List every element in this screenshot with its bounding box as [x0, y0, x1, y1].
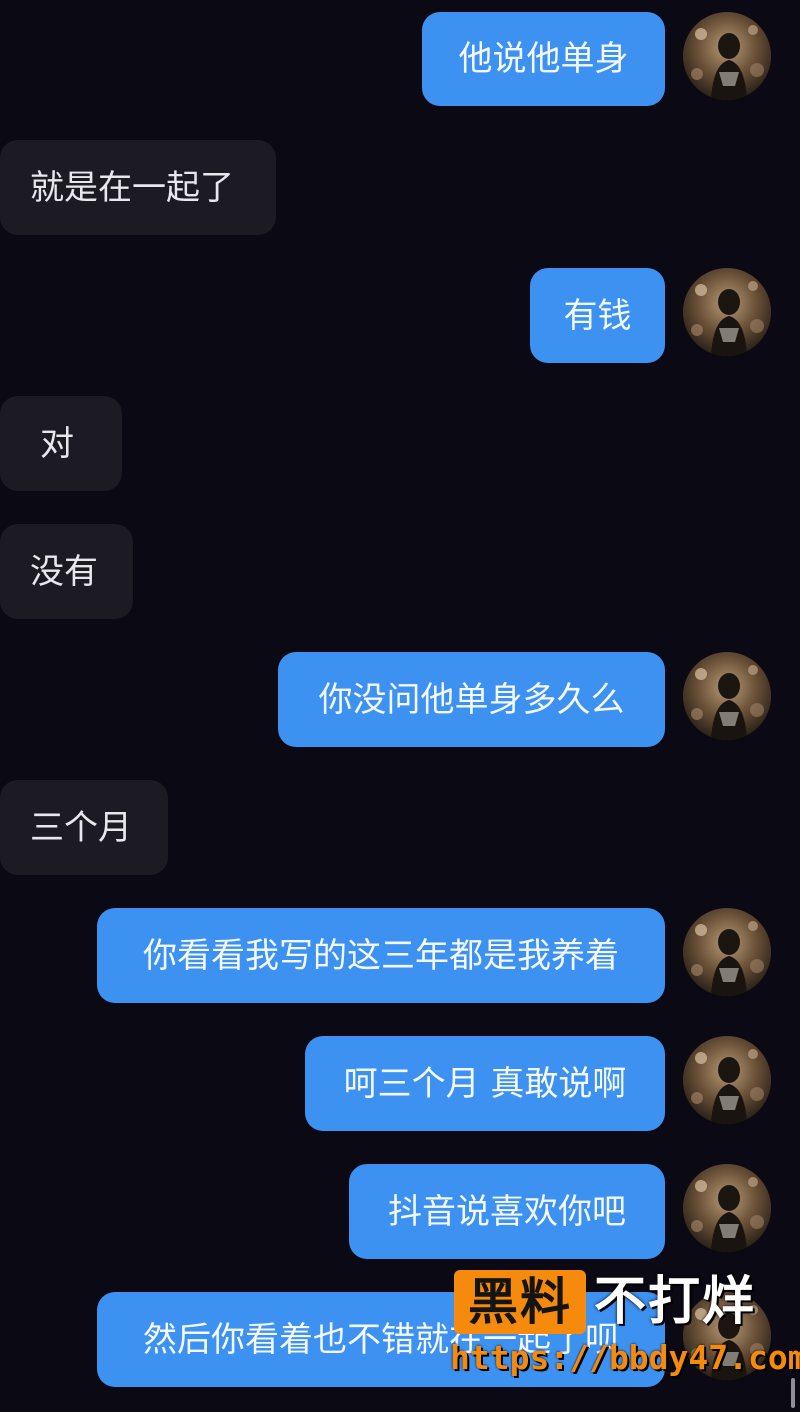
watermark-logo-box: 黑料 — [454, 1270, 586, 1334]
avatar[interactable] — [683, 1036, 771, 1124]
message-bubble[interactable]: 你没问他单身多久么 — [278, 652, 665, 747]
avatar[interactable] — [683, 908, 771, 996]
user-avatar-photo-icon — [683, 652, 771, 740]
user-avatar-photo-icon — [683, 1164, 771, 1252]
message-bubble[interactable]: 对 — [0, 396, 122, 491]
user-avatar-photo-icon — [683, 268, 771, 356]
message-bubble[interactable]: 你看看我写的这三年都是我养着 — [97, 908, 665, 1003]
chat-thread: 他说他单身 就是在一起了 有钱 对 没有 你没问他单身多久么 三个月 你看看我写… — [0, 0, 800, 1412]
watermark-url: https://bbdy47.com — [450, 1338, 800, 1377]
user-avatar-photo-icon — [683, 1036, 771, 1124]
message-bubble[interactable]: 有钱 — [530, 268, 665, 363]
message-bubble[interactable]: 三个月 — [0, 780, 168, 875]
scrollbar[interactable] — [791, 1378, 795, 1408]
watermark: 黑料 不打烊 https://bbdy47.com — [450, 1266, 800, 1386]
message-bubble[interactable]: 呵三个月 真敢说啊 — [305, 1036, 665, 1131]
message-bubble[interactable]: 他说他单身 — [422, 12, 665, 106]
user-avatar-photo-icon — [683, 908, 771, 996]
avatar[interactable] — [683, 652, 771, 740]
avatar[interactable] — [683, 1164, 771, 1252]
message-bubble[interactable]: 抖音说喜欢你吧 — [349, 1164, 665, 1259]
message-bubble[interactable]: 没有 — [0, 524, 133, 619]
user-avatar-photo-icon — [683, 12, 771, 100]
avatar[interactable] — [683, 12, 771, 100]
avatar[interactable] — [683, 268, 771, 356]
message-bubble[interactable]: 就是在一起了 — [0, 140, 276, 235]
watermark-text: 不打烊 — [594, 1272, 757, 1332]
